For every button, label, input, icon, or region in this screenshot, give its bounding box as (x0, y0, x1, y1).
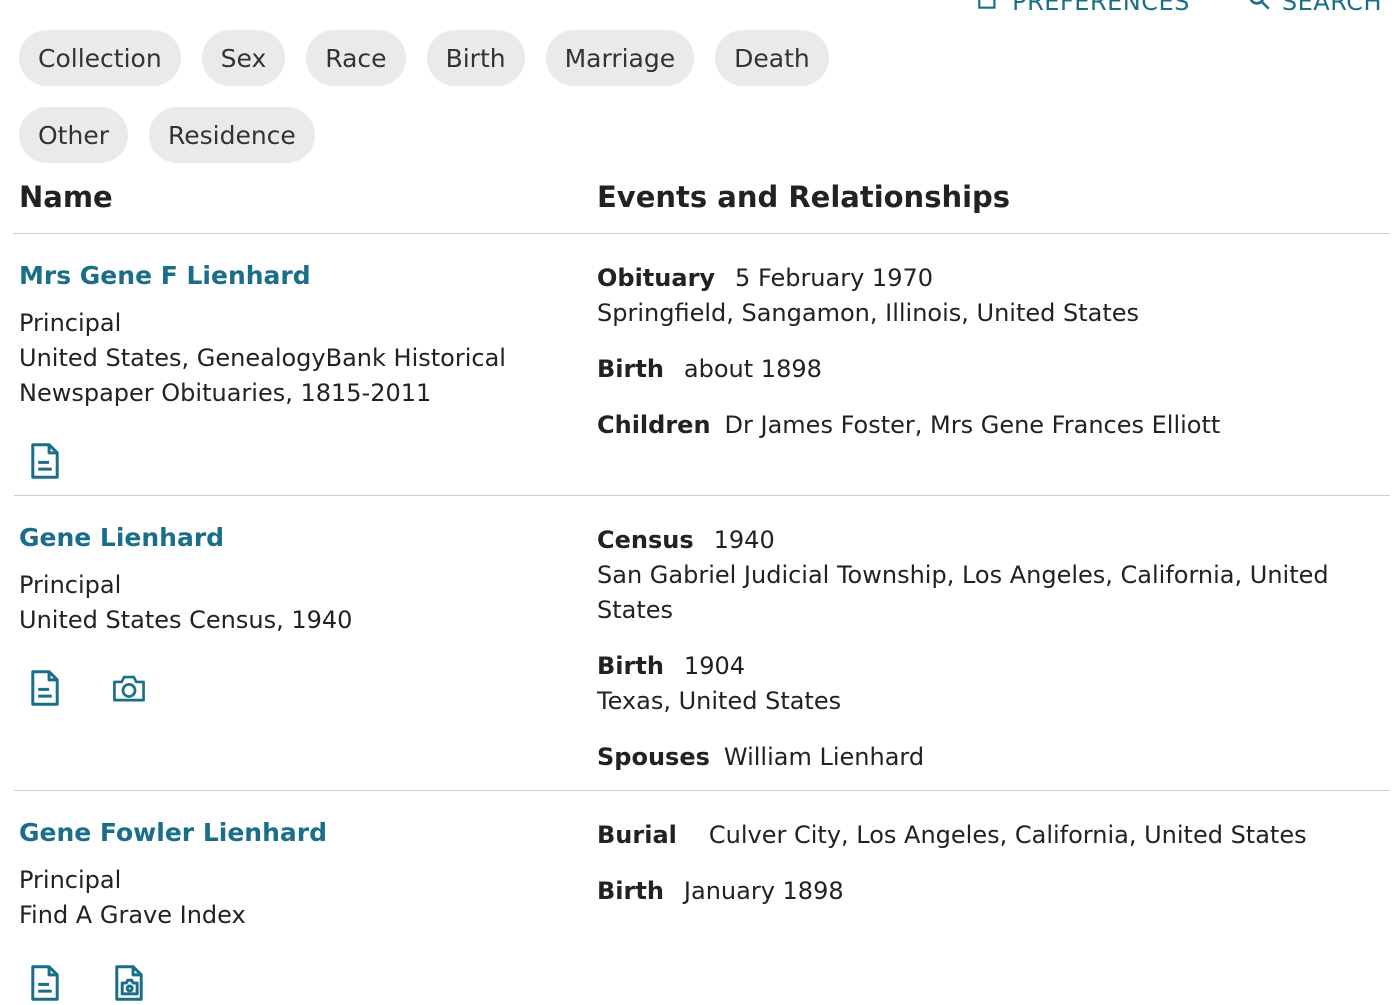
event-label: Spouses (597, 743, 710, 771)
events-column: Census 1940 San Gabriel Judicial Township… (597, 523, 1387, 796)
person-name-link[interactable]: Gene Fowler Lienhard (19, 818, 559, 847)
events-column: Burial Culver City, Los Angeles, Californ… (597, 818, 1387, 930)
document-icon[interactable] (27, 441, 63, 481)
event-birth: Birth 1904 Texas, United States (597, 649, 1387, 719)
search-label: SEARCH (1281, 0, 1382, 16)
event-burial: Burial Culver City, Los Angeles, Californ… (597, 818, 1387, 853)
top-links: PREFERENCES SEARCH (976, 0, 1382, 18)
event-value: Dr James Foster, Mrs Gene Frances Elliot… (724, 411, 1221, 439)
filter-chip-sex[interactable]: Sex (201, 30, 286, 86)
search-link[interactable]: SEARCH (1246, 0, 1382, 18)
event-value: about 1898 (683, 355, 822, 383)
event-children: Children Dr James Foster, Mrs Gene France… (597, 408, 1387, 443)
filter-chip-residence[interactable]: Residence (148, 107, 315, 163)
event-label: Birth (597, 355, 664, 383)
event-place: Texas, United States (597, 687, 842, 715)
event-label: Birth (597, 877, 664, 905)
filter-chip-collection[interactable]: Collection (19, 30, 181, 86)
event-value: 1940 (713, 526, 775, 554)
event-spouses: Spouses William Lienhard (597, 740, 1387, 775)
event-birth: Birth January 1898 (597, 874, 1387, 909)
event-value: January 1898 (683, 877, 844, 905)
event-place: Springfield, Sangamon, Illinois, United … (597, 299, 1140, 327)
role: Principal (19, 309, 122, 337)
collection-name: United States, GenealogyBank Historical … (19, 344, 506, 407)
record-icons (19, 441, 559, 481)
person-name-link[interactable]: Mrs Gene F Lienhard (19, 261, 559, 290)
photo-document-icon[interactable] (111, 963, 147, 1003)
column-header-events: Events and Relationships (597, 180, 1011, 214)
result-name-column: Gene Lienhard Principal United States Ce… (19, 523, 559, 708)
event-label: Birth (597, 652, 664, 680)
events-column: Obituary 5 February 1970 Springfield, San… (597, 261, 1387, 464)
event-birth: Birth about 1898 (597, 352, 1387, 387)
result-name-column: Gene Fowler Lienhard Principal Find A Gr… (19, 818, 559, 1003)
filter-chips: Collection Sex Race Birth Marriage Death… (19, 30, 919, 163)
person-name-link[interactable]: Gene Lienhard (19, 523, 559, 552)
event-label: Burial (597, 821, 677, 849)
document-icon[interactable] (27, 668, 63, 708)
filter-chip-birth[interactable]: Birth (426, 30, 525, 86)
document-icon[interactable] (27, 963, 63, 1003)
row-divider (14, 495, 1390, 496)
filter-chip-death[interactable]: Death (715, 30, 829, 86)
event-label: Children (597, 411, 711, 439)
filter-chip-other[interactable]: Other (19, 107, 128, 163)
preferences-icon (976, 0, 1002, 18)
event-value: 5 February 1970 (735, 264, 933, 292)
search-icon (1246, 0, 1272, 18)
preferences-link[interactable]: PREFERENCES (976, 0, 1190, 18)
role: Principal (19, 866, 122, 894)
header-divider (13, 233, 1390, 234)
event-place: San Gabriel Judicial Township, Los Angel… (597, 561, 1329, 624)
column-header-name: Name (19, 180, 113, 214)
filter-chip-marriage[interactable]: Marriage (545, 30, 695, 86)
camera-icon[interactable] (111, 668, 147, 708)
event-value: William Lienhard (723, 743, 925, 771)
collection-name: Find A Grave Index (19, 901, 246, 929)
row-divider (14, 790, 1390, 791)
event-obituary: Obituary 5 February 1970 Springfield, San… (597, 261, 1387, 331)
event-label: Obituary (597, 264, 716, 292)
result-name-column: Mrs Gene F Lienhard Principal United Sta… (19, 261, 559, 481)
event-label: Census (597, 526, 694, 554)
record-icons (19, 668, 559, 708)
record-icons (19, 963, 559, 1003)
filter-chip-race[interactable]: Race (306, 30, 406, 86)
role: Principal (19, 571, 122, 599)
event-census: Census 1940 San Gabriel Judicial Township… (597, 523, 1387, 628)
event-value: 1904 (683, 652, 745, 680)
event-value: Culver City, Los Angeles, California, Un… (708, 821, 1307, 849)
preferences-label: PREFERENCES (1012, 0, 1190, 16)
collection-name: United States Census, 1940 (19, 606, 353, 634)
